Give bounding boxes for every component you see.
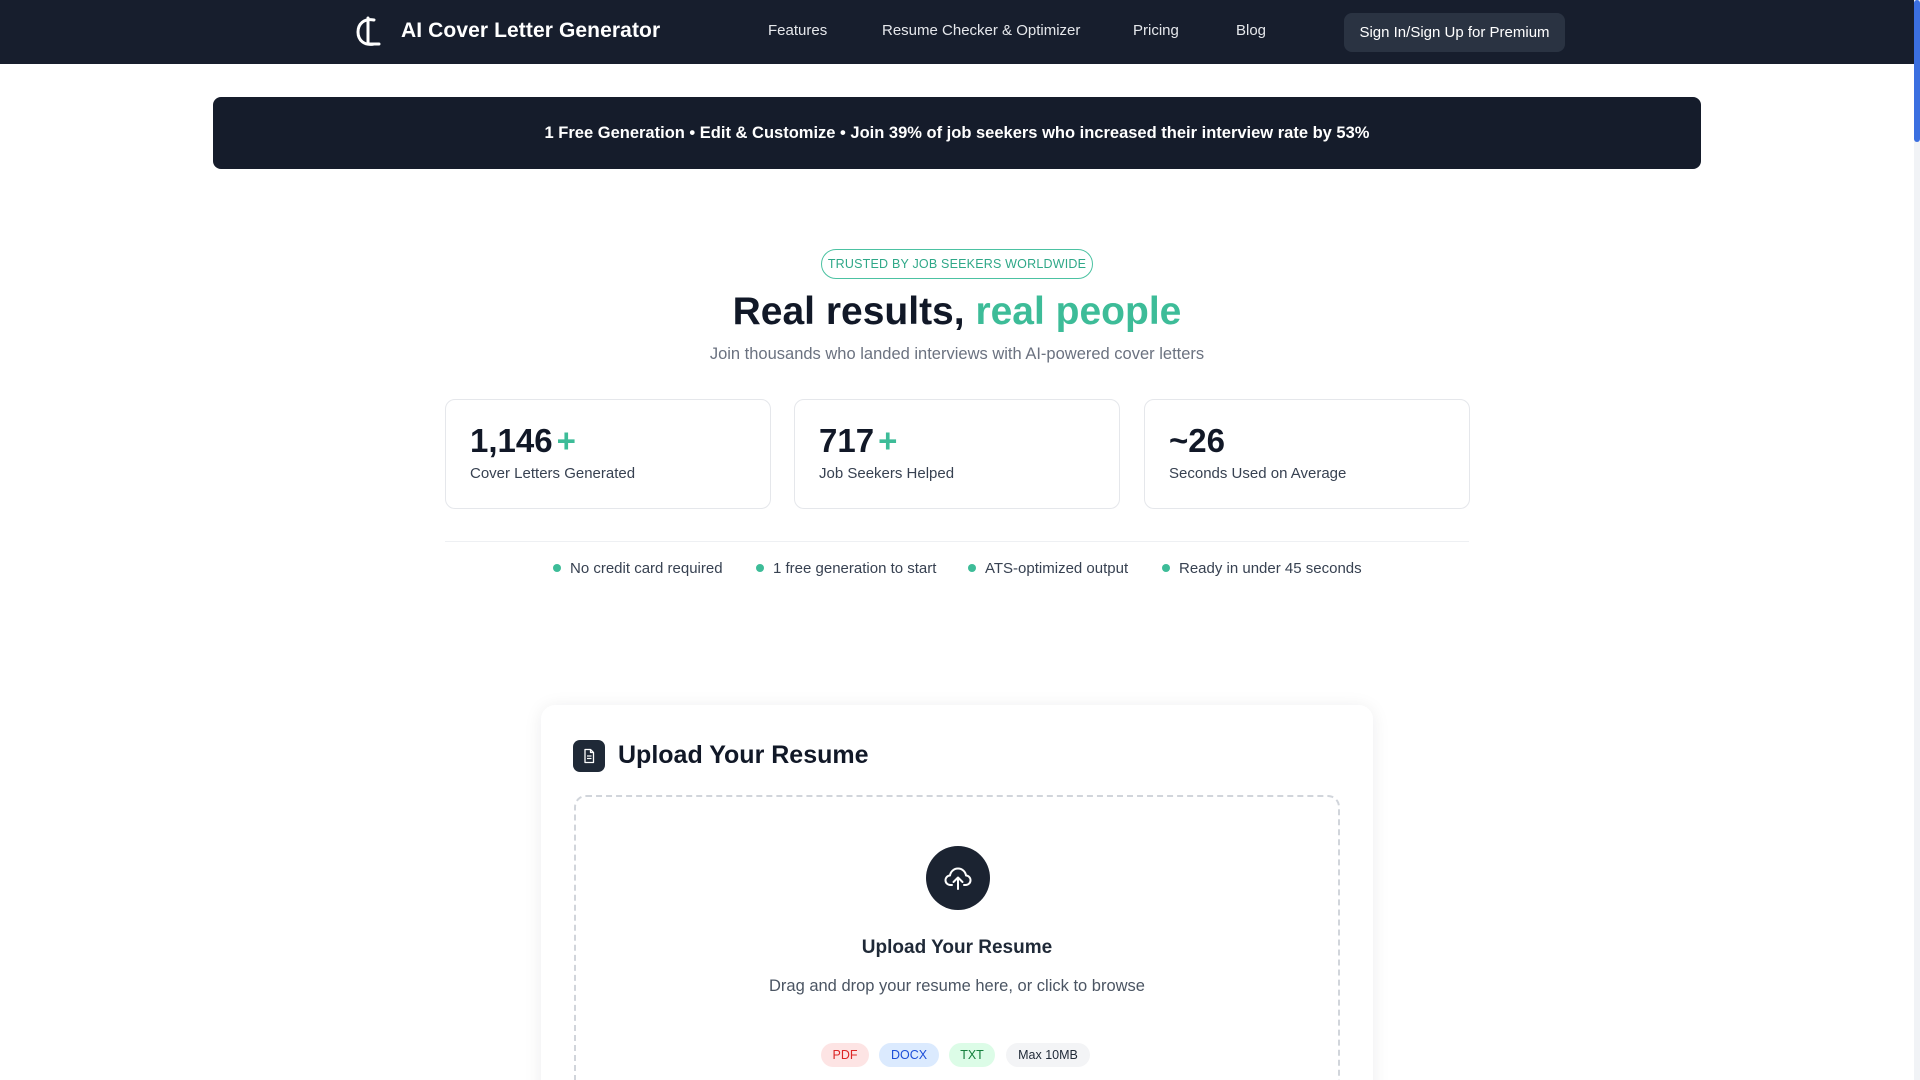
promo-banner: 1 Free Generation • Edit & Customize • J…	[213, 97, 1701, 169]
stat-card-seconds: ~26 Seconds Used on Average	[1144, 399, 1470, 509]
bullet-dot-icon	[1162, 564, 1170, 572]
stat-label: Seconds Used on Average	[1169, 465, 1347, 482]
headline-accent: real people	[975, 290, 1182, 333]
nav-link-blog[interactable]: Blog	[1236, 22, 1266, 39]
bullet-dot-icon	[756, 564, 764, 572]
trusted-badge: TRUSTED BY JOB SEEKERS WORLDWIDE	[821, 249, 1093, 279]
document-icon	[573, 740, 605, 772]
feature-text: ATS-optimized output	[985, 559, 1129, 577]
scrollbar-thumb[interactable]	[1914, 0, 1920, 142]
stat-value: ~26	[1169, 422, 1229, 460]
cl-logo-icon[interactable]	[354, 14, 382, 50]
resume-dropzone[interactable]: Upload Your Resume Drag and drop your re…	[574, 795, 1340, 1080]
nav-link-features[interactable]: Features	[768, 22, 827, 39]
section-divider	[445, 541, 1469, 542]
stat-card-cover-letters: 1,146 + Cover Letters Generated	[445, 399, 771, 509]
cloud-upload-icon[interactable]	[926, 846, 990, 910]
feature-free-generation: 1 free generation to start	[756, 558, 936, 578]
feature-text: 1 free generation to start	[773, 559, 937, 577]
stat-value: 717 +	[819, 422, 897, 460]
hero-subheadline: Join thousands who landed interviews wit…	[709, 345, 1205, 363]
feature-text: Ready in under 45 seconds	[1179, 559, 1362, 577]
headline-main: Real results,	[732, 290, 965, 333]
stat-label: Cover Letters Generated	[470, 465, 636, 482]
brand-name[interactable]: AI Cover Letter Generator	[401, 19, 660, 43]
stat-number: 717	[819, 422, 875, 459]
feature-text: No credit card required	[570, 559, 723, 577]
format-chip-pdf: PDF	[821, 1043, 869, 1067]
stat-value: 1,146 +	[470, 422, 576, 460]
stat-number: 1,146	[470, 422, 553, 459]
promo-banner-text: 1 Free Generation • Edit & Customize • J…	[544, 123, 1370, 142]
stat-plus: +	[878, 422, 898, 459]
upload-section-title: Upload Your Resume	[618, 741, 869, 769]
stat-number: ~26	[1169, 422, 1225, 459]
nav-link-pricing[interactable]: Pricing	[1133, 22, 1179, 39]
hero-headline: Real results, real people	[0, 290, 1914, 334]
feature-no-credit-card: No credit card required	[553, 558, 723, 578]
sign-in-premium-button[interactable]: Sign In/Sign Up for Premium	[1344, 13, 1565, 52]
feature-ready-fast: Ready in under 45 seconds	[1162, 558, 1362, 578]
stat-card-job-seekers: 717 + Job Seekers Helped	[794, 399, 1120, 509]
upload-resume-card: Upload Your Resume Upload Your Resume Dr…	[541, 705, 1373, 1080]
max-size-chip: Max 10MB	[1006, 1043, 1090, 1067]
top-nav: AI Cover Letter Generator Features Resum…	[0, 0, 1914, 64]
bullet-dot-icon	[553, 564, 561, 572]
bullet-dot-icon	[968, 564, 976, 572]
dropzone-title: Upload Your Resume	[861, 937, 1053, 958]
nav-link-resume-checker[interactable]: Resume Checker & Optimizer	[882, 22, 1080, 39]
stat-label: Job Seekers Helped	[819, 465, 955, 482]
page-scrollbar[interactable]	[1914, 0, 1920, 1080]
stat-plus: +	[556, 422, 576, 459]
format-chip-docx: DOCX	[879, 1043, 939, 1067]
feature-ats-optimized: ATS-optimized output	[968, 558, 1128, 578]
dropzone-subtitle: Drag and drop your resume here, or click…	[768, 977, 1145, 995]
format-chip-txt: TXT	[949, 1043, 995, 1067]
